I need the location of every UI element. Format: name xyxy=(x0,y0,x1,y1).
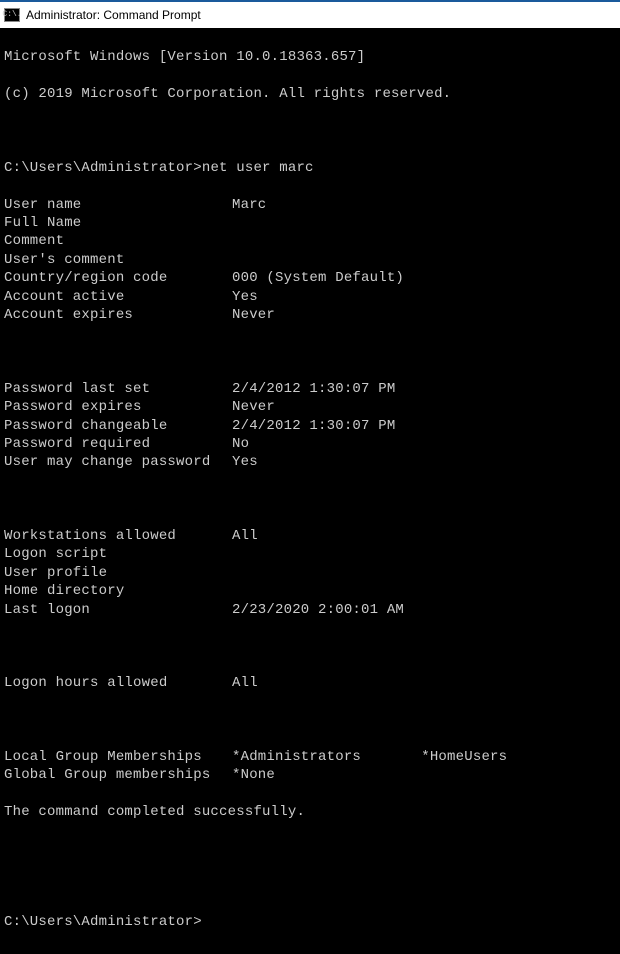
output-value: ‎2/‎4/‎2012 1:30:07 PM xyxy=(232,417,395,435)
output-label: Comment xyxy=(4,232,232,250)
output-value: ‎2/‎4/‎2012 1:30:07 PM xyxy=(232,380,395,398)
output-value: 000 (System Default) xyxy=(232,269,404,287)
output-row: Logon hours allowedAll xyxy=(4,674,616,692)
output-row: Comment xyxy=(4,232,616,250)
output-value: All xyxy=(232,674,258,692)
blank-line xyxy=(4,711,616,729)
output-row: Home directory xyxy=(4,582,616,600)
output-row: User profile xyxy=(4,564,616,582)
output-row: Country/region code000 (System Default) xyxy=(4,269,616,287)
prompt-path: C:\Users\Administrator> xyxy=(4,913,202,931)
output-label: User may change password xyxy=(4,453,232,471)
blank-line xyxy=(4,122,616,140)
output-row: Full Name xyxy=(4,214,616,232)
output-label: Password last set xyxy=(4,380,232,398)
blank-line xyxy=(4,490,616,508)
output-section-4: Logon hours allowedAll xyxy=(4,674,616,692)
output-value: Yes xyxy=(232,288,258,306)
output-row: Password last set‎2/‎4/‎2012 1:30:07 PM xyxy=(4,380,616,398)
output-section-1: User nameMarcFull NameCommentUser's comm… xyxy=(4,196,616,325)
output-value: Yes xyxy=(232,453,258,471)
output-section-5: Local Group Memberships*Administrators *… xyxy=(4,748,616,785)
output-row: Workstations allowedAll xyxy=(4,527,616,545)
output-row: Global Group memberships*None xyxy=(4,766,616,784)
output-label: Local Group Memberships xyxy=(4,748,232,766)
output-row: User's comment xyxy=(4,251,616,269)
output-value: *None xyxy=(232,766,275,784)
blank-line xyxy=(4,877,616,895)
output-label: Country/region code xyxy=(4,269,232,287)
output-label: Logon hours allowed xyxy=(4,674,232,692)
output-row: Local Group Memberships*Administrators *… xyxy=(4,748,616,766)
terminal-output[interactable]: Microsoft Windows [Version 10.0.18363.65… xyxy=(0,28,620,954)
output-value: Never xyxy=(232,398,275,416)
window-title: Administrator: Command Prompt xyxy=(26,8,201,22)
output-section-2: Password last set‎2/‎4/‎2012 1:30:07 PMP… xyxy=(4,380,616,472)
output-label: Password expires xyxy=(4,398,232,416)
completion-message: The command completed successfully. xyxy=(4,803,616,821)
output-section-3: Workstations allowedAllLogon scriptUser … xyxy=(4,527,616,619)
prompt-line-2: C:\Users\Administrator> xyxy=(4,913,616,931)
blank-line xyxy=(4,637,616,655)
output-row: User nameMarc xyxy=(4,196,616,214)
output-row: User may change passwordYes xyxy=(4,453,616,471)
output-row: Account activeYes xyxy=(4,288,616,306)
cmd-icon: C:\. xyxy=(4,8,20,22)
output-row: Password changeable‎2/‎4/‎2012 1:30:07 P… xyxy=(4,417,616,435)
output-value: ‎2/‎23/‎2020 2:00:01 AM xyxy=(232,601,404,619)
output-value: *Administrators *HomeUsers xyxy=(232,748,507,766)
banner-line-1: Microsoft Windows [Version 10.0.18363.65… xyxy=(4,48,616,66)
output-row: Password expiresNever xyxy=(4,398,616,416)
output-label: Global Group memberships xyxy=(4,766,232,784)
output-value: Never xyxy=(232,306,275,324)
prompt-command: net user marc xyxy=(202,159,314,177)
output-row: Last logon‎2/‎23/‎2020 2:00:01 AM xyxy=(4,601,616,619)
output-label: Account active xyxy=(4,288,232,306)
titlebar[interactable]: C:\. Administrator: Command Prompt xyxy=(0,0,620,28)
output-label: User name xyxy=(4,196,232,214)
output-label: Home directory xyxy=(4,582,232,600)
output-label: User profile xyxy=(4,564,232,582)
output-value: No xyxy=(232,435,249,453)
banner-line-2: (c) 2019 Microsoft Corporation. All righ… xyxy=(4,85,616,103)
output-value: Marc xyxy=(232,196,266,214)
blank-line xyxy=(4,840,616,858)
output-label: User's comment xyxy=(4,251,232,269)
output-row: Password requiredNo xyxy=(4,435,616,453)
output-row: Account expiresNever xyxy=(4,306,616,324)
output-row: Logon script xyxy=(4,545,616,563)
output-value: All xyxy=(232,527,258,545)
output-label: Password required xyxy=(4,435,232,453)
output-label: Full Name xyxy=(4,214,232,232)
output-label: Workstations allowed xyxy=(4,527,232,545)
output-label: Last logon xyxy=(4,601,232,619)
prompt-line-1: C:\Users\Administrator>net user marc xyxy=(4,159,616,177)
output-label: Password changeable xyxy=(4,417,232,435)
output-label: Account expires xyxy=(4,306,232,324)
blank-line xyxy=(4,343,616,361)
output-label: Logon script xyxy=(4,545,232,563)
prompt-path: C:\Users\Administrator> xyxy=(4,159,202,177)
